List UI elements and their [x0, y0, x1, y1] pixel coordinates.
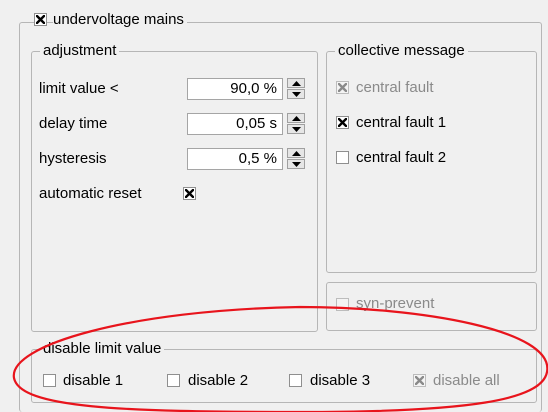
central-fault-2-checkbox[interactable]: [336, 151, 349, 164]
undervoltage-panel: undervoltage mains adjustment limit valu…: [0, 0, 548, 412]
hysteresis-down-arrow-icon[interactable]: [287, 159, 305, 169]
check-mark-icon: [415, 376, 424, 385]
central-fault-2-label: central fault 2: [356, 149, 447, 166]
disable-limit-value-title: disable limit value: [40, 340, 165, 358]
limit-value-field[interactable]: 90,0 %: [187, 78, 283, 100]
limit-value-up-arrow-icon[interactable]: [287, 78, 305, 88]
check-mark-icon: [338, 118, 347, 127]
delay-time-label: delay time: [39, 115, 108, 132]
central-fault-1-label: central fault 1: [356, 114, 447, 131]
delay-time-down-arrow-icon[interactable]: [287, 124, 305, 134]
central-fault-label: central fault: [356, 79, 434, 96]
hysteresis-field[interactable]: 0,5 %: [187, 148, 283, 170]
limit-value-spinbox: 90,0 %: [187, 78, 307, 100]
delay-time-spinbox: 0,05 s: [187, 113, 307, 135]
adjustment-title: adjustment: [40, 42, 120, 60]
central-fault-1-checkbox[interactable]: [336, 116, 349, 129]
automatic-reset-checkbox[interactable]: [183, 187, 196, 200]
disable-1-checkbox[interactable]: [43, 374, 56, 387]
check-mark-icon: [36, 15, 45, 24]
central-fault-checkbox[interactable]: [336, 81, 349, 94]
undervoltage-mains-label: undervoltage mains: [53, 11, 187, 29]
check-mark-icon: [185, 189, 194, 198]
undervoltage-mains-checkbox[interactable]: [34, 13, 47, 26]
delay-time-field[interactable]: 0,05 s: [187, 113, 283, 135]
disable-all-checkbox[interactable]: [413, 374, 426, 387]
syn-prevent-label: syn-prevent: [356, 295, 435, 312]
check-mark-icon: [338, 83, 347, 92]
disable-2-checkbox[interactable]: [167, 374, 180, 387]
hysteresis-up-arrow-icon[interactable]: [287, 148, 305, 158]
limit-value-down-arrow-icon[interactable]: [287, 89, 305, 99]
hysteresis-label: hysteresis: [39, 150, 107, 167]
hysteresis-spinbox: 0,5 %: [187, 148, 307, 170]
collective-message-title: collective message: [335, 42, 468, 60]
disable-1-label: disable 1: [63, 372, 124, 389]
syn-prevent-checkbox[interactable]: [336, 298, 349, 311]
disable-all-label: disable all: [433, 372, 500, 389]
limit-value-label: limit value <: [39, 80, 119, 97]
disable-2-label: disable 2: [188, 372, 249, 389]
automatic-reset-label: automatic reset: [39, 185, 142, 202]
disable-3-label: disable 3: [310, 372, 371, 389]
delay-time-up-arrow-icon[interactable]: [287, 113, 305, 123]
disable-3-checkbox[interactable]: [289, 374, 302, 387]
